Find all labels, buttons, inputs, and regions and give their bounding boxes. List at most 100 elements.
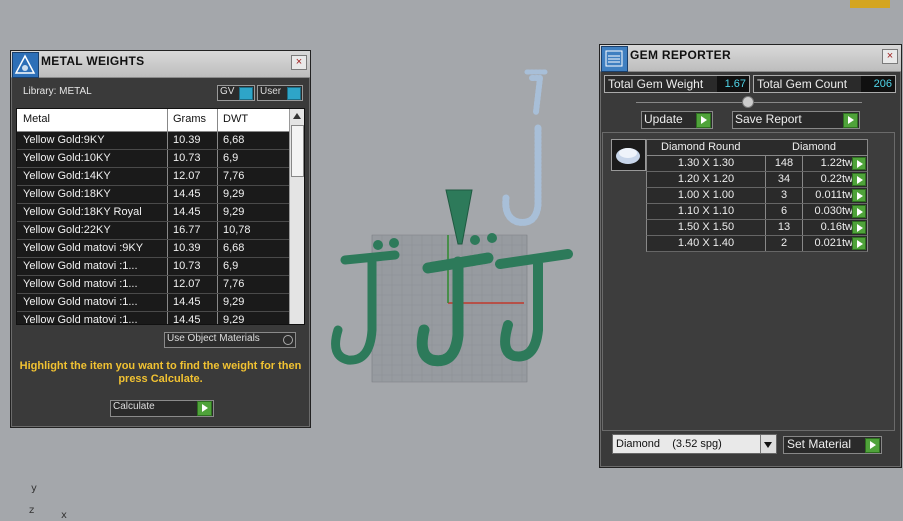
axis-y-label: y [31,483,37,494]
use-object-materials-radio[interactable] [283,335,293,345]
gem-row-arrow-icon[interactable] [852,189,866,202]
metal-grams: 12.07 [173,170,201,182]
gem-reporter-titlebar[interactable]: GEM REPORTER × [600,45,901,72]
gem-reporter-close-button[interactable]: × [882,49,898,64]
gem-slider[interactable] [636,96,862,108]
gem-material-value: Diamond (3.52 spg) [616,438,722,450]
metal-name: Yellow Gold:9KY [23,134,105,146]
save-report-label: Save Report [735,112,802,126]
gem-size: 1.40 X 1.40 [677,237,735,249]
gem-count: 148 [765,156,802,171]
calculate-button[interactable]: Calculate [110,400,214,417]
gem-row[interactable]: 1.10 X 1.10 6 0.030tw [646,204,868,220]
calculate-arrow-icon[interactable] [197,401,212,416]
gem-row[interactable]: 1.00 X 1.00 3 0.011tw [646,188,868,204]
metal-name: Yellow Gold:18KY Royal [23,206,142,218]
metal-grams: 12.07 [173,278,201,290]
metal-dwt: 7,76 [223,170,245,182]
update-button[interactable]: Update [641,111,713,129]
metal-name: Yellow Gold:14KY [23,170,111,182]
table-row[interactable]: Yellow Gold:18KY Royal 14.45 9,29 [17,204,289,222]
use-object-materials-label: Use Object Materials [167,333,260,344]
axis-z-label: z [29,505,35,516]
metal-name: Yellow Gold:18KY [23,188,111,200]
gem-row[interactable]: 1.40 X 1.40 2 0.021tw [646,236,868,252]
chevron-down-icon[interactable] [760,435,776,453]
axis-x-label: x [61,510,67,521]
metal-dwt: 6,9 [223,260,239,272]
gem-count: 13 [765,220,802,235]
metal-grams: 10.73 [173,152,201,164]
gem-material-select[interactable]: Diamond (3.52 spg) [612,434,777,454]
gem-row-arrow-icon[interactable] [852,221,866,234]
gem-row-arrow-icon[interactable] [852,173,866,186]
table-row[interactable]: Yellow Gold matovi :1... 12.07 7,76 [17,276,289,294]
toggle-gv[interactable]: GV [217,85,255,101]
metal-name: Yellow Gold matovi :1... [23,314,138,325]
metal-table-scrollbar[interactable] [289,109,304,324]
gem-size: 1.20 X 1.20 [677,173,735,185]
col-dwt[interactable]: DWT [223,113,248,125]
metal-weights-icon [12,52,39,78]
set-material-arrow-icon[interactable] [865,438,880,453]
metal-weights-titlebar[interactable]: METAL WEIGHTS × [11,51,310,78]
toggle-user-label: User [260,86,282,97]
table-row[interactable]: Yellow Gold matovi :1... 10.73 6,9 [17,258,289,276]
metal-weights-hint: Highlight the item you want to find the … [19,360,302,385]
set-material-label: Set Material [787,437,852,451]
metal-grams: 16.77 [173,224,201,236]
gem-row-arrow-icon[interactable] [852,157,866,170]
metal-name: Yellow Gold matovi :1... [23,278,138,290]
table-row[interactable]: Yellow Gold:18KY 14.45 9,29 [17,186,289,204]
save-report-button[interactable]: Save Report [732,111,860,129]
metal-name: Yellow Gold:10KY [23,152,111,164]
gem-col-shape: Diamond Round [661,141,741,153]
table-row[interactable]: Yellow Gold matovi :9KY 10.39 6,68 [17,240,289,258]
set-material-button[interactable]: Set Material [783,436,882,454]
table-row[interactable]: Yellow Gold matovi :1... 14.45 9,29 [17,312,289,325]
gem-row[interactable]: 1.30 X 1.30 148 1.22tw [646,156,868,172]
total-gem-count-box: Total Gem Count 206 [753,75,896,93]
table-row[interactable]: Yellow Gold:9KY 10.39 6,68 [17,132,289,150]
table-row[interactable]: Yellow Gold:14KY 12.07 7,76 [17,168,289,186]
gem-weight: 0.030tw [802,204,855,219]
gem-row-arrow-icon[interactable] [852,205,866,218]
scroll-thumb[interactable] [291,125,304,177]
metal-weights-close-button[interactable]: × [291,55,307,70]
update-arrow-icon[interactable] [696,113,711,128]
diamond-round-icon [611,139,646,171]
metal-table[interactable]: Metal Grams DWT Yellow Gold:9KY 10.39 6,68… [16,108,305,325]
total-gem-count-value: 206 [861,76,895,92]
metal-dwt: 9,29 [223,296,245,308]
scroll-up-icon[interactable] [293,113,301,119]
table-row[interactable]: Yellow Gold:22KY 16.77 10,78 [17,222,289,240]
gem-row[interactable]: 1.20 X 1.20 34 0.22tw [646,172,868,188]
total-gem-weight-label: Total Gem Weight [608,77,704,91]
col-grams[interactable]: Grams [173,113,206,125]
update-label: Update [644,112,683,126]
gem-row-arrow-icon[interactable] [852,237,866,250]
metal-name: Yellow Gold:22KY [23,224,111,236]
metal-grams: 10.39 [173,242,201,254]
metal-table-body: Yellow Gold:9KY 10.39 6,68 Yellow Gold:10KY… [17,132,289,325]
metal-grams: 10.39 [173,134,201,146]
gem-weight: 1.22tw [802,156,855,171]
toggle-user[interactable]: User [257,85,303,101]
library-label: Library: METAL [23,86,92,97]
gem-slider-handle[interactable] [742,96,754,108]
total-gem-weight-value: 1.67 [717,76,749,92]
metal-dwt: 9,29 [223,206,245,218]
save-report-arrow-icon[interactable] [843,113,858,128]
metal-dwt: 6,68 [223,134,245,146]
metal-grams: 10.73 [173,260,201,272]
toggle-gv-indicator [239,87,253,100]
gem-weight: 0.16tw [802,220,855,235]
gem-row[interactable]: 1.50 X 1.50 13 0.16tw [646,220,868,236]
col-metal[interactable]: Metal [23,113,50,125]
gem-reporter-title: GEM REPORTER [630,48,731,62]
table-row[interactable]: Yellow Gold matovi :1... 14.45 9,29 [17,294,289,312]
table-row[interactable]: Yellow Gold:10KY 10.73 6,9 [17,150,289,168]
use-object-materials-option[interactable]: Use Object Materials [164,332,296,348]
total-gem-count-label: Total Gem Count [757,77,848,91]
metal-dwt: 9,29 [223,314,245,325]
